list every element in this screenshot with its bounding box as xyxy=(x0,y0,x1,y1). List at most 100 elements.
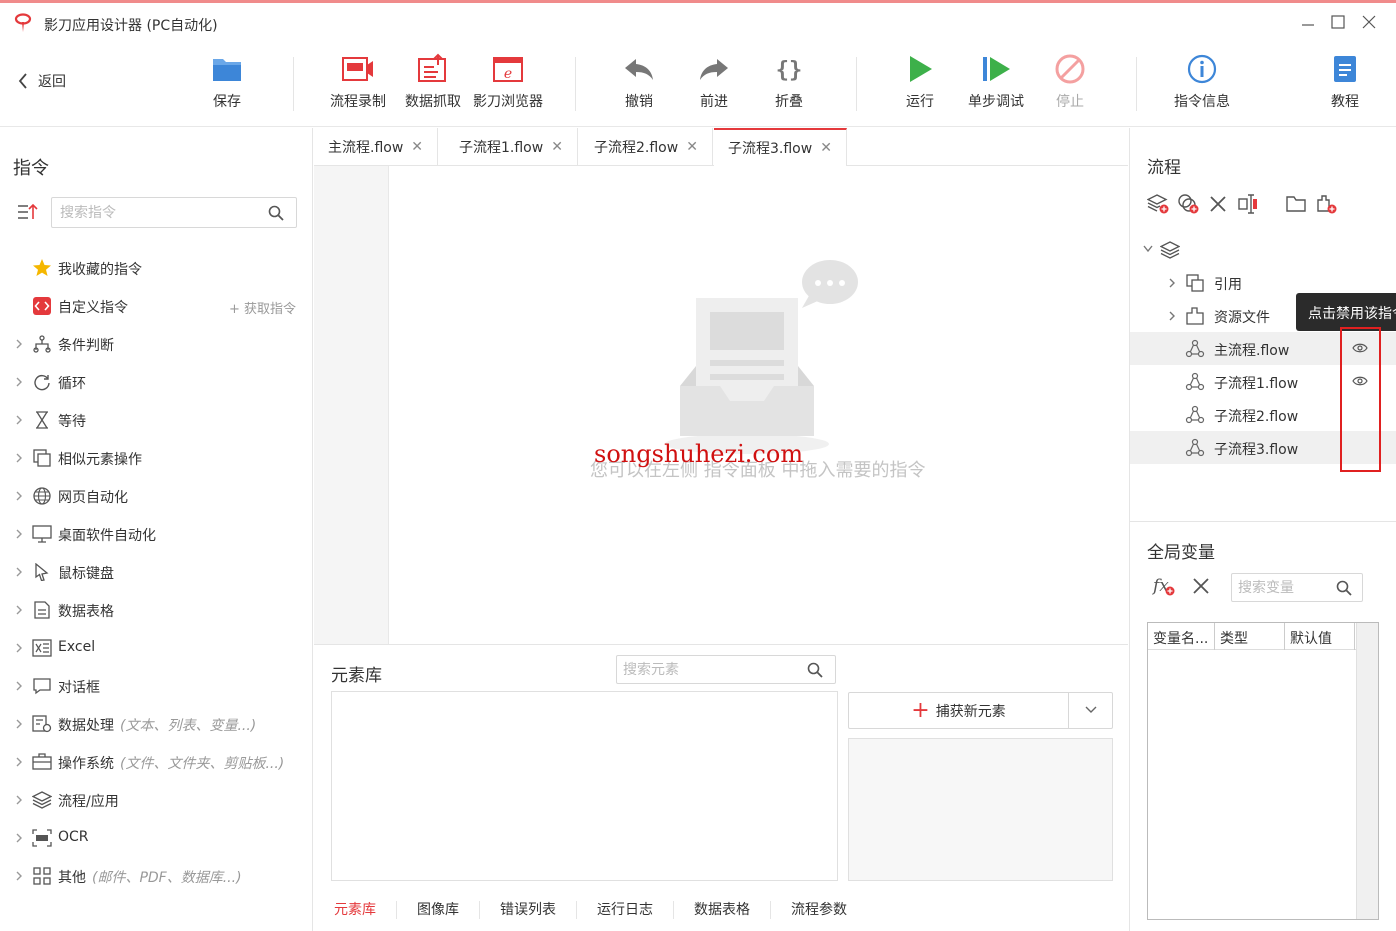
column-header-type[interactable]: 类型 xyxy=(1215,623,1285,650)
dialog-icon xyxy=(33,678,51,695)
command-custom[interactable]: 自定义指令 + 获取指令 xyxy=(0,287,312,325)
run-icon xyxy=(910,56,932,82)
save-button[interactable]: 保存 xyxy=(187,53,267,115)
bottom-tab-error-list[interactable]: 错误列表 xyxy=(480,901,577,919)
close-tab-icon[interactable]: ✕ xyxy=(551,139,563,155)
command-favorites[interactable]: 我收藏的指令 xyxy=(0,249,312,287)
capture-new-element-button[interactable]: + 捕获新元素 xyxy=(849,693,1069,728)
back-button[interactable]: 返回 xyxy=(18,71,66,91)
command-category-web[interactable]: 网页自动化 xyxy=(0,477,312,515)
command-category-flow-app[interactable]: 流程/应用 xyxy=(0,781,312,819)
bottom-tab-element-library[interactable]: 元素库 xyxy=(314,901,397,919)
command-category-ocr[interactable]: OCR xyxy=(0,819,312,857)
run-button[interactable]: 运行 xyxy=(880,53,960,115)
bottom-tab-image-library[interactable]: 图像库 xyxy=(397,901,480,919)
element-list[interactable] xyxy=(331,691,838,881)
maximize-button[interactable] xyxy=(1327,11,1349,33)
command-category-data-processing[interactable]: 数据处理 (文本、列表、变量...) xyxy=(0,705,312,743)
command-category-label: 相似元素操作 xyxy=(58,452,142,468)
info-button[interactable]: 指令信息 xyxy=(1162,53,1242,115)
close-tab-icon[interactable]: ✕ xyxy=(820,140,832,156)
step-debug-button[interactable]: 单步调试 xyxy=(956,53,1036,115)
tab-subflow-3[interactable]: 子流程3.flow ✕ xyxy=(714,128,847,166)
record-button[interactable]: 流程录制 xyxy=(318,53,398,115)
fold-button[interactable]: {} 折叠 xyxy=(749,53,829,115)
delete-variable-icon[interactable] xyxy=(1190,575,1212,597)
back-label: 返回 xyxy=(38,74,66,90)
get-commands-link[interactable]: + 获取指令 xyxy=(229,298,296,317)
star-icon xyxy=(33,259,51,276)
redo-icon xyxy=(700,59,728,80)
column-header-default[interactable]: 默认值 xyxy=(1285,623,1355,650)
search-icon[interactable] xyxy=(268,205,284,221)
layers-icon xyxy=(32,791,52,809)
bottom-tab-run-log[interactable]: 运行日志 xyxy=(577,901,674,919)
add-flow-icon[interactable] xyxy=(1147,193,1169,215)
minimize-button[interactable] xyxy=(1297,11,1319,33)
command-category-similar-elements[interactable]: 相似元素操作 xyxy=(0,439,312,477)
table-scrollbar[interactable] xyxy=(1356,623,1378,919)
tab-subflow-1[interactable]: 子流程1.flow ✕ xyxy=(445,128,578,166)
command-category-wait[interactable]: 等待 xyxy=(0,401,312,439)
rename-icon[interactable] xyxy=(1237,193,1259,215)
chevron-right-icon xyxy=(16,339,22,349)
command-category-os[interactable]: 操作系统 (文件、文件夹、剪贴板...) xyxy=(0,743,312,781)
bottom-tabs: 元素库 图像库 错误列表 运行日志 数据表格 流程参数 xyxy=(314,888,1128,931)
close-tab-icon[interactable]: ✕ xyxy=(686,139,698,155)
element-library-panel: 元素库 + 捕获新元素 元素库 图像库 错误列表 运行日志 数据表格 流程参数 xyxy=(314,644,1128,931)
toolbar-separator xyxy=(856,57,857,111)
tree-item-label: 引用 xyxy=(1214,277,1242,293)
command-category-loop[interactable]: 循环 xyxy=(0,363,312,401)
search-icon[interactable] xyxy=(807,662,823,678)
bottom-tab-flow-params[interactable]: 流程参数 xyxy=(771,901,867,919)
redo-button[interactable]: 前进 xyxy=(674,53,754,115)
data-scrape-button[interactable]: 数据抓取 xyxy=(393,53,473,115)
fold-icon: {} xyxy=(776,58,803,83)
tutorial-label: 教程 xyxy=(1331,94,1359,110)
folder-icon[interactable] xyxy=(1285,193,1307,215)
close-tab-icon[interactable]: ✕ xyxy=(411,139,423,155)
excel-icon xyxy=(32,639,52,657)
tree-item-label: 子流程3.flow xyxy=(1214,442,1299,458)
browser-label: 影刀浏览器 xyxy=(473,94,543,110)
grid-icon xyxy=(33,867,51,885)
tab-main-flow[interactable]: 主流程.flow ✕ xyxy=(314,128,439,166)
resource-file-icon xyxy=(1186,307,1204,325)
command-category-condition[interactable]: 条件判断 xyxy=(0,325,312,363)
stop-button[interactable]: 停止 xyxy=(1030,53,1110,115)
command-category-dialog[interactable]: 对话框 xyxy=(0,667,312,705)
search-icon[interactable] xyxy=(1336,580,1352,596)
flow-canvas[interactable]: 您可以在左侧 指令面板 中拖入需要的指令 songshuhezi.com xyxy=(314,166,1128,644)
command-category-label: 等待 xyxy=(58,414,86,430)
command-search-input[interactable] xyxy=(52,198,252,227)
command-category-label: OCR xyxy=(58,829,89,845)
step-debug-icon xyxy=(983,57,1010,81)
element-search-input[interactable] xyxy=(617,656,787,683)
column-header-name[interactable]: 变量名... xyxy=(1148,623,1215,650)
tree-item-label: 主流程.flow xyxy=(1214,343,1290,359)
command-category-mouse-keyboard[interactable]: 鼠标键盘 xyxy=(0,553,312,591)
delete-icon[interactable] xyxy=(1207,193,1229,215)
command-category-desktop[interactable]: 桌面软件自动化 xyxy=(0,515,312,553)
command-category-others[interactable]: 其他 (邮件、PDF、数据库...) xyxy=(0,857,312,895)
command-category-excel[interactable]: Excel xyxy=(0,629,312,667)
add-module-icon[interactable] xyxy=(1177,193,1199,215)
command-category-data-table[interactable]: 数据表格 xyxy=(0,591,312,629)
tab-subflow-2[interactable]: 子流程2.flow ✕ xyxy=(580,128,713,166)
tree-root[interactable] xyxy=(1130,233,1396,266)
chevron-down-icon[interactable] xyxy=(1084,703,1098,717)
sort-icon[interactable] xyxy=(17,203,39,221)
add-resource-icon[interactable] xyxy=(1315,193,1337,215)
undo-button[interactable]: 撤销 xyxy=(599,53,679,115)
tutorial-button[interactable]: 教程 xyxy=(1305,53,1385,115)
close-window-button[interactable] xyxy=(1358,11,1380,33)
command-favorites-label: 我收藏的指令 xyxy=(58,262,142,278)
bottom-tab-data-table[interactable]: 数据表格 xyxy=(674,901,771,919)
capture-label: 捕获新元素 xyxy=(935,703,1006,720)
redo-label: 前进 xyxy=(700,94,728,110)
global-variables-toolbar: fx xyxy=(1152,575,1212,597)
variable-search-input[interactable] xyxy=(1232,574,1332,601)
add-variable-icon[interactable]: fx xyxy=(1152,575,1176,597)
command-category-label: Excel xyxy=(58,639,96,655)
browser-button[interactable]: e 影刀浏览器 xyxy=(468,53,548,115)
